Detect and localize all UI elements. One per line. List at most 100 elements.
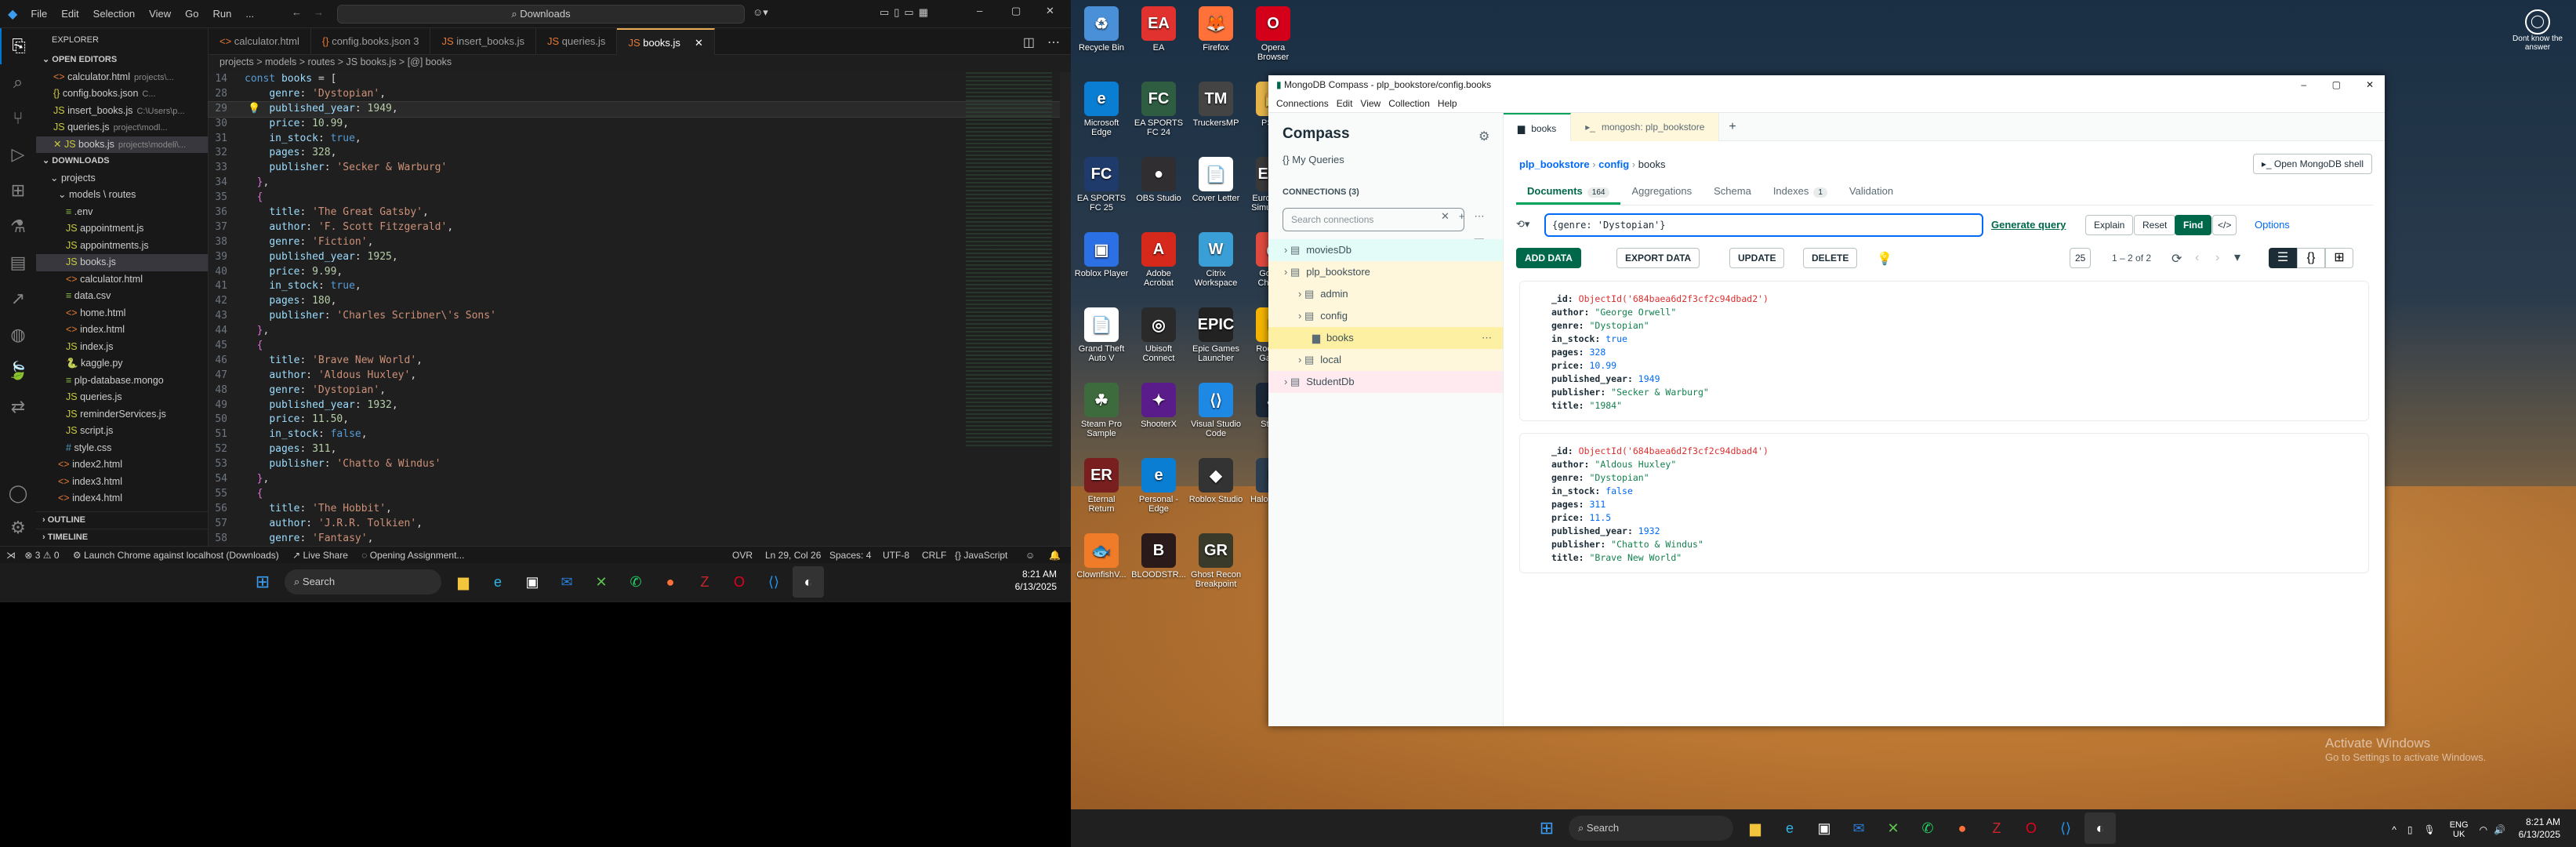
collection-subtab[interactable]: Documents 164 [1516, 179, 1621, 205]
compass-close-icon[interactable]: ✕ [2366, 75, 2374, 94]
options-link[interactable]: Options [2255, 219, 2290, 231]
xbox-icon-right[interactable]: ✕ [1878, 812, 1909, 844]
collection-subtab[interactable]: Schema [1703, 179, 1762, 205]
downloads-header[interactable]: ⌄ DOWNLOADS [36, 153, 208, 170]
desktop-icon[interactable]: 🦊 Firefox [1188, 6, 1243, 53]
desktop-icon[interactable]: 🐟 ClownfishV... [1074, 533, 1129, 580]
source-control-icon[interactable]: ⑂ [0, 100, 36, 136]
search-connections-input[interactable]: Search connections [1283, 208, 1464, 231]
opera-icon-right[interactable]: O [2015, 812, 2047, 844]
eol-status[interactable]: CRLF [922, 547, 946, 564]
desktop-icon[interactable]: O Opera Browser [1246, 6, 1301, 62]
add-data-button[interactable]: ADD DATA [1516, 248, 1581, 268]
explorer-icon[interactable]: ⎘ [0, 28, 36, 64]
outline-header[interactable]: › OUTLINE [36, 511, 208, 529]
lightbulb-icon[interactable]: 💡 [248, 102, 260, 117]
history-icon[interactable]: ⟲▾ [1516, 218, 1529, 231]
desktop-icon[interactable]: TM TruckersMP [1188, 82, 1243, 128]
compass-minimize-icon[interactable]: – [2301, 75, 2306, 94]
remote-indicator-icon[interactable]: ⋊ [0, 550, 22, 561]
update-button[interactable]: UPDATE [1729, 248, 1785, 268]
open-editor-item[interactable]: <> calculator.html projects\... [36, 69, 208, 86]
tree-file[interactable]: <> index2.html [36, 456, 208, 474]
tree-file[interactable]: JS script.js [36, 423, 208, 440]
firefox-icon[interactable]: ● [655, 566, 686, 598]
sidebar-settings-icon[interactable]: ⚙ [1478, 129, 1489, 144]
desktop-icon[interactable]: 📄 Cover Letter [1188, 157, 1243, 203]
vertical-scrollbar[interactable] [1060, 72, 1071, 546]
tray-chevron-icon[interactable]: ^ [2392, 824, 2396, 835]
cursor-position[interactable]: Ln 29, Col 26 [765, 547, 821, 564]
open-shell-button[interactable]: ▸_ Open MongoDB shell [2252, 154, 2372, 174]
document-card[interactable]: _id: ObjectId('684baea6d2f3cf2c94dbad4')… [1519, 433, 2369, 573]
outlook-icon-right[interactable]: ✉ [1843, 812, 1874, 844]
close-icon[interactable]: ✕ [1046, 5, 1054, 17]
page-size-select[interactable]: 25 [2070, 248, 2092, 268]
list-view-icon[interactable]: ☰ [2269, 248, 2297, 268]
run-debug-icon[interactable]: ▷ [0, 136, 36, 173]
connection-tree-item[interactable]: › ▤ admin [1268, 283, 1503, 305]
compass-maximize-icon[interactable]: ▢ [2332, 75, 2341, 94]
open-editor-item[interactable]: ✕ JS books.js projects\modeli\... [36, 136, 208, 153]
tree-file[interactable]: <> index4.html [36, 490, 208, 507]
copilot-status-icon[interactable]: ☺ [1025, 547, 1035, 564]
desktop-icon[interactable]: 📄 Grand Theft Auto V [1074, 307, 1129, 363]
tree-folder[interactable]: ⌄ models \ routes [36, 187, 208, 204]
desktop-icon[interactable]: ☘ Steam Pro Sample [1074, 383, 1129, 438]
store-icon[interactable]: ▣ [517, 566, 548, 598]
compass-menu-item[interactable]: Edit [1337, 98, 1353, 109]
collection-subtab[interactable]: Indexes 1 [1762, 179, 1838, 205]
search-view-icon[interactable]: ⌕ [0, 64, 36, 100]
delete-button[interactable]: DELETE [1803, 248, 1858, 268]
opera-icon[interactable]: O [724, 566, 755, 598]
tree-file[interactable]: <> index.html [36, 322, 208, 339]
code-view-button[interactable]: </> [2212, 215, 2237, 235]
connections-toolbar-icons[interactable]: ✕+⋯ [1441, 210, 1493, 223]
connection-tree-item[interactable]: › ▤ moviesDb [1268, 239, 1503, 261]
file-explorer-icon[interactable]: ▆ [448, 566, 479, 598]
document-card[interactable]: _id: ObjectId('684baea6d2f3cf2c94dbad2')… [1519, 281, 2369, 421]
compass-menu-item[interactable]: View [1360, 98, 1381, 109]
open-editor-item[interactable]: JS insert_books.js C:\Users\p... [36, 103, 208, 120]
json-view-icon[interactable]: {} [2297, 248, 2325, 268]
edge-icon[interactable]: e [482, 566, 513, 598]
language-indicator[interactable]: ENG UK [2450, 820, 2469, 839]
minimap[interactable] [966, 72, 1052, 449]
tree-file[interactable]: # style.css [36, 440, 208, 457]
tab-close-icon[interactable]: ✕ [695, 37, 703, 49]
compass-taskbar-icon-right[interactable]: ◐ [2084, 812, 2116, 844]
copilot-icon[interactable]: ☺▾ [753, 6, 768, 19]
compass-menu-item[interactable]: Help [1438, 98, 1457, 109]
extensions-icon[interactable]: ⊞ [0, 173, 36, 209]
menu-item[interactable]: File [31, 8, 47, 20]
expand-icon[interactable]: ▾ [2234, 249, 2240, 265]
desktop-icon[interactable]: ● OBS Studio [1131, 157, 1186, 203]
desktop-icon[interactable]: ⟨⟩ Visual Studio Code [1188, 383, 1243, 438]
filezilla-icon-right[interactable]: Z [1981, 812, 2012, 844]
refresh-icon[interactable]: ⟳ [2171, 251, 2182, 267]
table-view-icon[interactable]: ⊞ [2325, 248, 2353, 268]
encoding-status[interactable]: UTF-8 [883, 547, 909, 564]
breadcrumb[interactable]: projects > models > routes > JS books.js… [220, 56, 452, 67]
tree-file[interactable]: ≡ data.csv [36, 288, 208, 305]
filezilla-icon[interactable]: Z [689, 566, 720, 598]
windows-start-icon-right[interactable]: ⊞ [1531, 812, 1562, 844]
battery-icon[interactable]: ▯ [2407, 824, 2413, 835]
tree-file[interactable]: ≡ .env [36, 204, 208, 221]
tree-file[interactable]: JS appointment.js [36, 220, 208, 238]
user-avatar[interactable]: ◯ Dont know the answer [2510, 9, 2565, 52]
tree-file[interactable]: JS queries.js [36, 389, 208, 406]
testing-icon[interactable]: ⚗ [0, 209, 36, 245]
open-editors-header[interactable]: ⌄ OPEN EDITORS [36, 52, 208, 69]
tree-file[interactable]: ≡ plp-database.mongo [36, 373, 208, 390]
settings-gear-icon[interactable]: ⚙ [0, 510, 36, 546]
menu-item[interactable]: Run [212, 8, 231, 20]
export-data-button[interactable]: EXPORT DATA [1616, 248, 1700, 268]
desktop-icon[interactable]: ♻ Recycle Bin [1074, 6, 1129, 53]
volume-icon[interactable]: 🔊 [2494, 824, 2505, 835]
connection-tree-item[interactable]: › ▤ config [1268, 305, 1503, 327]
desktop-icon[interactable]: EA EA [1131, 6, 1186, 53]
compass-menu-item[interactable]: Collection [1388, 98, 1430, 109]
vscode-taskbar-icon[interactable]: ⟨⟩ [758, 566, 789, 598]
layout-icons[interactable]: ▭▯▭▦ [880, 6, 933, 19]
